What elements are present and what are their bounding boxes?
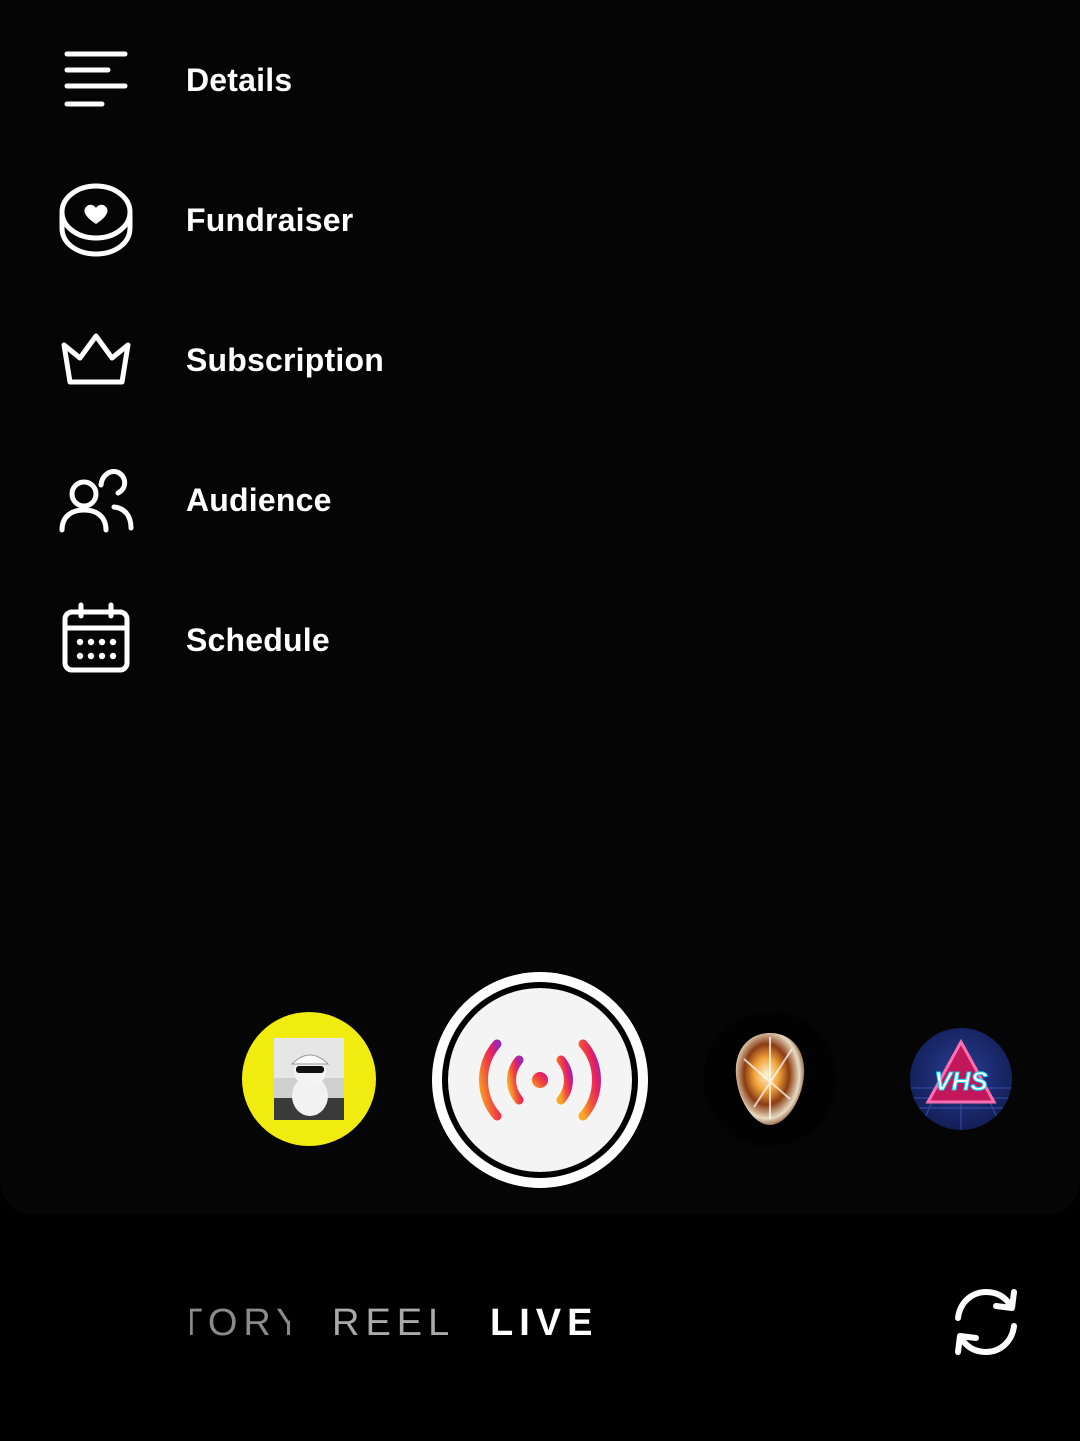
mode-live[interactable]: LIVE xyxy=(490,1302,598,1345)
menu-item-label: Audience xyxy=(186,481,332,518)
crystal-face-thumbnail xyxy=(735,1033,805,1125)
crystal-face-effect[interactable] xyxy=(703,1012,837,1146)
fundraiser-heart-icon xyxy=(56,180,136,260)
mode-selector: STORY REEL LIVE xyxy=(0,1290,1080,1360)
menu-item-label: Details xyxy=(186,61,293,98)
menu-item-details[interactable]: Details xyxy=(56,40,292,120)
menu-item-schedule[interactable]: Schedule xyxy=(56,600,330,680)
crown-icon xyxy=(56,320,136,400)
flip-camera-button[interactable] xyxy=(948,1284,1024,1360)
people-icon xyxy=(56,460,136,540)
mode-reel[interactable]: REEL xyxy=(332,1302,455,1345)
menu-item-fundraiser[interactable]: Fundraiser xyxy=(56,180,353,260)
menu-item-subscription[interactable]: Subscription xyxy=(56,320,384,400)
vhs-effect[interactable]: VHS xyxy=(910,1028,1012,1130)
mode-story[interactable]: STORY xyxy=(190,1302,290,1345)
live-broadcast-icon xyxy=(479,1039,601,1121)
flip-camera-icon xyxy=(955,1289,1017,1355)
details-lines-icon xyxy=(56,40,136,120)
go-live-button[interactable] xyxy=(432,972,648,1188)
cat-hat-effect[interactable] xyxy=(242,1012,376,1146)
cat-photo-thumbnail xyxy=(274,1038,344,1120)
menu-item-label: Subscription xyxy=(186,341,384,378)
menu-item-audience[interactable]: Audience xyxy=(56,460,332,540)
capture-row: VHS xyxy=(0,970,1080,1190)
vhs-thumbnail: VHS xyxy=(910,1038,1012,1130)
menu-item-label: Schedule xyxy=(186,621,330,658)
vhs-label: VHS xyxy=(934,1066,988,1096)
menu-item-label: Fundraiser xyxy=(186,201,354,238)
calendar-icon xyxy=(56,600,136,680)
